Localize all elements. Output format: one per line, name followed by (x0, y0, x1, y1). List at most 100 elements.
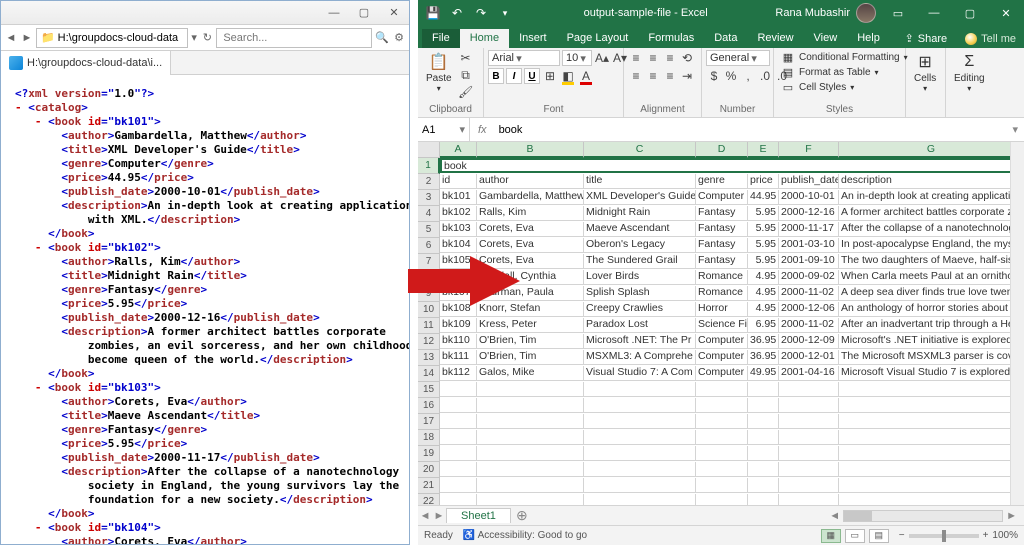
row-header[interactable]: 6 (418, 238, 440, 254)
cell[interactable]: 2001-03-10 (779, 238, 839, 253)
cell[interactable]: 49.95 (748, 366, 779, 381)
cell[interactable] (584, 430, 696, 445)
share-button[interactable]: ⇪Share (895, 29, 958, 48)
cell[interactable] (748, 382, 779, 397)
cell[interactable] (748, 414, 779, 429)
cell[interactable]: Oberon's Legacy (584, 238, 696, 253)
cell[interactable] (779, 430, 839, 445)
formula-input[interactable] (495, 118, 1007, 141)
zoom-slider[interactable] (909, 534, 979, 538)
cell[interactable] (779, 414, 839, 429)
cell[interactable]: An in-depth look at creating application… (839, 190, 1024, 205)
ribbon-tab-insert[interactable]: Insert (509, 29, 557, 48)
increase-font-button[interactable]: A▴ (594, 50, 610, 66)
cell[interactable]: Gambardella, Matthew (477, 190, 584, 205)
zoom-in-button[interactable]: + (983, 530, 989, 541)
col-header[interactable]: G (839, 142, 1024, 158)
row-header[interactable]: 21 (418, 478, 440, 494)
ribbon-tab-file[interactable]: File (422, 29, 460, 48)
cell[interactable]: In post-apocalypse England, the mysterio… (839, 238, 1024, 253)
underline-button[interactable]: U (524, 68, 540, 84)
cell[interactable]: After an inadvertant trip through a Heis… (839, 318, 1024, 333)
cell[interactable] (584, 446, 696, 461)
cell[interactable] (696, 478, 748, 493)
horizontal-scrollbar[interactable]: ◄ ► (533, 510, 1024, 522)
format-painter-button[interactable]: 🖌 (458, 84, 474, 100)
align-top-button[interactable]: ≡ (628, 50, 644, 66)
cell[interactable]: title (584, 174, 696, 189)
cell[interactable] (584, 462, 696, 477)
row-header[interactable]: 20 (418, 462, 440, 478)
cell[interactable]: Horror (696, 302, 748, 317)
cell[interactable] (477, 462, 584, 477)
tell-me-button[interactable]: Tell me (957, 30, 1024, 48)
cell[interactable] (839, 494, 1024, 505)
row-header[interactable]: 14 (418, 366, 440, 382)
cell[interactable] (839, 446, 1024, 461)
cell[interactable] (696, 446, 748, 461)
account-area[interactable]: Rana Mubashir (771, 3, 880, 23)
sheet-tab[interactable]: Sheet1 (446, 508, 511, 523)
save-button[interactable]: 💾 (424, 4, 442, 22)
cell[interactable] (584, 398, 696, 413)
ribbon-tab-help[interactable]: Help (847, 29, 890, 48)
cell[interactable] (477, 398, 584, 413)
cell[interactable] (477, 494, 584, 505)
excel-titlebar[interactable]: 💾 ↶ ↷ ▾ output-sample-file - Excel Rana … (418, 0, 1024, 26)
cell[interactable]: O'Brien, Tim (477, 334, 584, 349)
align-center-button[interactable]: ≡ (645, 68, 661, 84)
maximize-button[interactable]: ▢ (349, 2, 379, 24)
cell[interactable] (477, 382, 584, 397)
cell[interactable]: Microsoft Visual Studio 7 is explored in… (839, 366, 1024, 381)
cell[interactable]: Midnight Rain (584, 206, 696, 221)
row-header[interactable]: 19 (418, 446, 440, 462)
cell[interactable]: publish_date (779, 174, 839, 189)
address-dropdown[interactable]: ▾ (190, 31, 198, 44)
cell[interactable] (779, 478, 839, 493)
cell[interactable]: Romance (696, 270, 748, 285)
font-name-combo[interactable]: Arial▾ (488, 50, 560, 66)
fx-icon[interactable]: fx (470, 124, 495, 136)
cell[interactable]: Microsoft .NET: The Pr (584, 334, 696, 349)
cell[interactable]: A former architect battles corporate zom… (839, 206, 1024, 221)
cell[interactable]: 4.95 (748, 270, 779, 285)
cell[interactable] (440, 414, 477, 429)
cell[interactable]: Fantasy (696, 254, 748, 269)
cell[interactable]: 2000-11-02 (779, 286, 839, 301)
align-right-button[interactable]: ≡ (662, 68, 678, 84)
cell[interactable]: genre (696, 174, 748, 189)
cut-button[interactable]: ✂ (458, 50, 474, 66)
ribbon-tab-review[interactable]: Review (747, 29, 803, 48)
row-header[interactable]: 11 (418, 318, 440, 334)
col-header[interactable]: B (477, 142, 584, 158)
cell[interactable]: 2000-09-02 (779, 270, 839, 285)
refresh-button[interactable]: ↻ (200, 27, 214, 49)
sheet-nav[interactable]: ◄ ► (418, 510, 446, 522)
cell[interactable]: Corets, Eva (477, 238, 584, 253)
cell[interactable]: Fantasy (696, 206, 748, 221)
cell[interactable] (440, 430, 477, 445)
row-header[interactable]: 5 (418, 222, 440, 238)
fill-color-button[interactable]: ◧ (560, 68, 576, 84)
row-header[interactable]: 17 (418, 414, 440, 430)
undo-button[interactable]: ↶ (448, 4, 466, 22)
row-header[interactable]: 22 (418, 494, 440, 505)
ribbon-tab-home[interactable]: Home (460, 29, 509, 48)
cell[interactable]: price (748, 174, 779, 189)
row-header[interactable]: 18 (418, 430, 440, 446)
cell[interactable]: 5.95 (748, 206, 779, 221)
cell[interactable]: Computer (696, 190, 748, 205)
row-header[interactable]: 13 (418, 350, 440, 366)
cell[interactable]: 2001-04-16 (779, 366, 839, 381)
cell[interactable] (748, 478, 779, 493)
cell[interactable]: description (839, 174, 1024, 189)
forward-button[interactable]: ► (20, 27, 34, 49)
select-all-button[interactable] (418, 142, 440, 158)
cell[interactable] (584, 414, 696, 429)
cell[interactable]: 5.95 (748, 254, 779, 269)
cell[interactable] (779, 494, 839, 505)
ribbon-tab-view[interactable]: View (804, 29, 848, 48)
row-header[interactable]: 16 (418, 398, 440, 414)
increase-decimal-button[interactable]: .0 (757, 68, 773, 84)
page-layout-view-button[interactable]: ▭ (845, 529, 865, 543)
